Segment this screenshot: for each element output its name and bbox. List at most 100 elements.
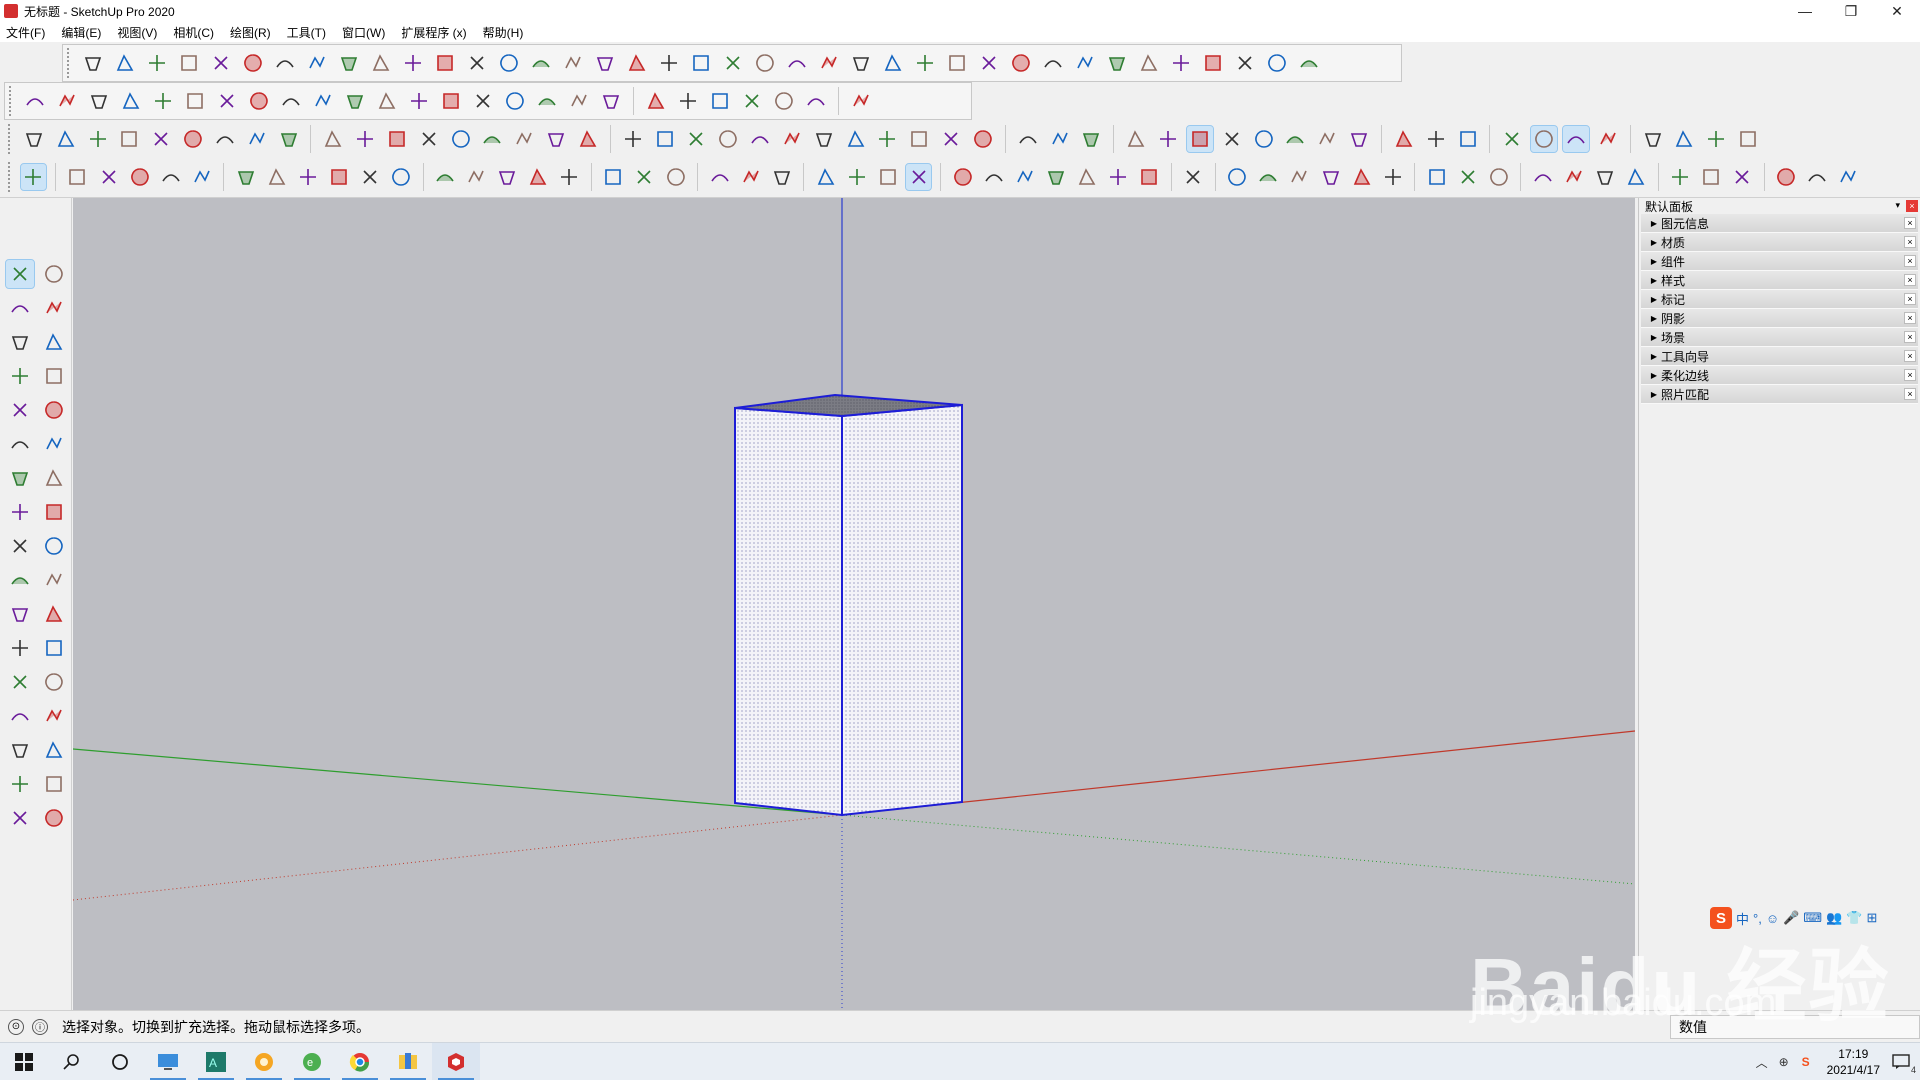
- curve-tool-icon[interactable]: [534, 88, 560, 114]
- taskbar-app-sketchup-icon[interactable]: [432, 1042, 480, 1080]
- ime-voice-icon[interactable]: 🎤: [1783, 910, 1799, 926]
- menu-help[interactable]: 帮助(H): [483, 24, 524, 41]
- large-tool-icon[interactable]: [40, 566, 68, 594]
- expand-arrow-icon[interactable]: ▶: [1647, 219, 1661, 228]
- sandbox-tool-icon[interactable]: [720, 50, 746, 76]
- principal-tool-icon[interactable]: [1380, 164, 1405, 190]
- sandbox-tool-icon[interactable]: [1040, 50, 1066, 76]
- utility-tool-icon[interactable]: [1640, 126, 1666, 152]
- minimize-button[interactable]: —: [1782, 0, 1828, 22]
- sandbox-tool-icon[interactable]: [976, 50, 1002, 76]
- sandbox-tool-icon[interactable]: [176, 50, 202, 76]
- large-tool-icon[interactable]: [40, 634, 68, 662]
- sandbox-tool-icon[interactable]: [1072, 50, 1098, 76]
- sandbox-tool-icon[interactable]: [752, 50, 778, 76]
- principal-tool-icon[interactable]: [844, 164, 869, 190]
- expand-arrow-icon[interactable]: ▶: [1647, 257, 1661, 266]
- sandbox-tool-icon[interactable]: [1200, 50, 1226, 76]
- principal-tool-icon[interactable]: [813, 164, 838, 190]
- principal-tool-icon[interactable]: [1805, 164, 1830, 190]
- principal-tool-icon[interactable]: [1486, 164, 1511, 190]
- ime-menu-icon[interactable]: ⊞: [1866, 910, 1877, 926]
- large-tool-icon[interactable]: [40, 430, 68, 458]
- principal-tool-icon[interactable]: [158, 164, 183, 190]
- expand-arrow-icon[interactable]: ▶: [1647, 352, 1661, 361]
- sandbox-tool-icon[interactable]: [336, 50, 362, 76]
- principal-tool-icon[interactable]: [389, 164, 414, 190]
- utility-tool-icon[interactable]: [352, 126, 378, 152]
- utility-tool-icon[interactable]: [416, 126, 442, 152]
- curve-tool-icon[interactable]: [438, 88, 464, 114]
- toolbar-grip[interactable]: [8, 162, 12, 192]
- sandbox-tool-icon[interactable]: [368, 50, 394, 76]
- ime-users-icon[interactable]: 👥: [1826, 910, 1842, 926]
- principal-tool-icon[interactable]: [1013, 164, 1038, 190]
- utility-tool-icon[interactable]: [1672, 126, 1698, 152]
- principal-tool-icon[interactable]: [1256, 164, 1281, 190]
- curve-tool-icon[interactable]: [470, 88, 496, 114]
- panel-item[interactable]: ▶ 工具向导 ×: [1641, 347, 1918, 366]
- sandbox-tool-icon[interactable]: [1136, 50, 1162, 76]
- principal-tool-icon[interactable]: [1699, 164, 1724, 190]
- info-icon[interactable]: ⓘ: [32, 1018, 48, 1035]
- utility-tool-icon[interactable]: [511, 126, 537, 152]
- curve-tool-icon[interactable]: [182, 88, 208, 114]
- panel-item-close-icon[interactable]: ×: [1904, 274, 1916, 286]
- taskbar-app-browser-green-icon[interactable]: e: [288, 1043, 336, 1080]
- panel-item-close-icon[interactable]: ×: [1904, 350, 1916, 362]
- principal-tool-icon[interactable]: [1075, 164, 1100, 190]
- utility-tool-icon[interactable]: [21, 126, 47, 152]
- principal-tool-icon[interactable]: [264, 164, 289, 190]
- large-tool-icon[interactable]: [6, 804, 34, 832]
- panel-item[interactable]: ▶ 照片匹配 ×: [1641, 385, 1918, 404]
- ime-emoji-icon[interactable]: ☺: [1766, 911, 1779, 926]
- curve-tool-icon[interactable]: [22, 88, 48, 114]
- menu-window[interactable]: 窗口(W): [342, 24, 385, 41]
- curve-tool-icon[interactable]: [86, 88, 112, 114]
- principal-tool-icon[interactable]: [464, 164, 489, 190]
- utility-tool-icon[interactable]: [116, 126, 142, 152]
- principal-tool-icon[interactable]: [1318, 164, 1343, 190]
- utility-tool-icon[interactable]: [779, 126, 805, 152]
- panel-item[interactable]: ▶ 材质 ×: [1641, 233, 1918, 252]
- principal-tool-icon[interactable]: [189, 164, 214, 190]
- sandbox-tool-icon[interactable]: [208, 50, 234, 76]
- utility-tool-icon[interactable]: [212, 126, 238, 152]
- large-tool-icon[interactable]: [40, 362, 68, 390]
- principal-tool-icon[interactable]: [1668, 164, 1693, 190]
- expand-arrow-icon[interactable]: ▶: [1647, 276, 1661, 285]
- curve-tool-icon[interactable]: [566, 88, 592, 114]
- model-viewport[interactable]: [73, 198, 1635, 1010]
- tray-network-icon[interactable]: ⊕: [1773, 1051, 1795, 1073]
- large-tool-icon[interactable]: [6, 634, 34, 662]
- expand-arrow-icon[interactable]: ▶: [1647, 314, 1661, 323]
- utility-tool-icon[interactable]: [684, 126, 710, 152]
- utility-tool-icon[interactable]: [1562, 125, 1590, 153]
- utility-tool-icon[interactable]: [276, 126, 302, 152]
- menu-tools[interactable]: 工具(T): [287, 24, 326, 41]
- panel-item[interactable]: ▶ 样式 ×: [1641, 271, 1918, 290]
- toolbar-grip[interactable]: [67, 48, 71, 78]
- toolbar-grip[interactable]: [8, 124, 12, 154]
- panel-item-close-icon[interactable]: ×: [1904, 293, 1916, 305]
- principal-tool-icon[interactable]: [738, 164, 763, 190]
- sandbox-tool-icon[interactable]: [880, 50, 906, 76]
- panel-item[interactable]: ▶ 组件 ×: [1641, 252, 1918, 271]
- panel-item[interactable]: ▶ 阴影 ×: [1641, 309, 1918, 328]
- large-tool-icon[interactable]: [6, 566, 34, 594]
- large-tool-icon[interactable]: [6, 770, 34, 798]
- large-tool-icon[interactable]: [40, 328, 68, 356]
- curve-tool-icon[interactable]: [118, 88, 144, 114]
- large-tool-icon[interactable]: [6, 498, 34, 526]
- principal-tool-icon[interactable]: [905, 163, 933, 191]
- principal-tool-icon[interactable]: [495, 164, 520, 190]
- large-tool-icon[interactable]: [6, 396, 34, 424]
- search-icon[interactable]: [48, 1043, 96, 1080]
- panel-item[interactable]: ▶ 柔化边线 ×: [1641, 366, 1918, 385]
- principal-tool-icon[interactable]: [1424, 164, 1449, 190]
- large-tool-icon[interactable]: [6, 532, 34, 560]
- principal-tool-icon[interactable]: [1225, 164, 1250, 190]
- curve-tool-icon[interactable]: [739, 88, 765, 114]
- measurements-box[interactable]: 数值: [1670, 1015, 1920, 1039]
- large-tool-icon[interactable]: [6, 702, 34, 730]
